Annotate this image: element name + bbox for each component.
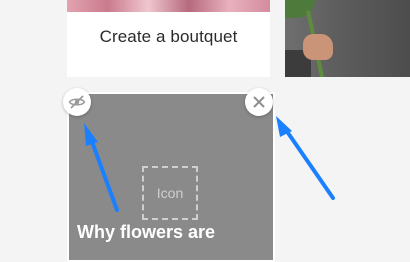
- hand: [303, 34, 333, 60]
- placeholder-label: Icon: [156, 185, 184, 201]
- arrow-to-close-button: [276, 116, 335, 200]
- bouquet-photo[interactable]: [285, 0, 410, 77]
- hide-toggle-button[interactable]: [63, 88, 91, 116]
- hidden-article-card[interactable]: Icon Why flowers are: [67, 92, 275, 262]
- close-icon: [253, 96, 265, 108]
- card-heading: Why flowers are: [77, 222, 216, 242]
- close-button[interactable]: [245, 88, 273, 116]
- icon-placeholder: Icon: [142, 166, 198, 220]
- create-bouquet-card[interactable]: Create a boutquet: [67, 0, 270, 77]
- card-title: Create a boutquet: [99, 27, 238, 46]
- eye-off-icon: [68, 95, 86, 109]
- flowers-image: [67, 0, 270, 12]
